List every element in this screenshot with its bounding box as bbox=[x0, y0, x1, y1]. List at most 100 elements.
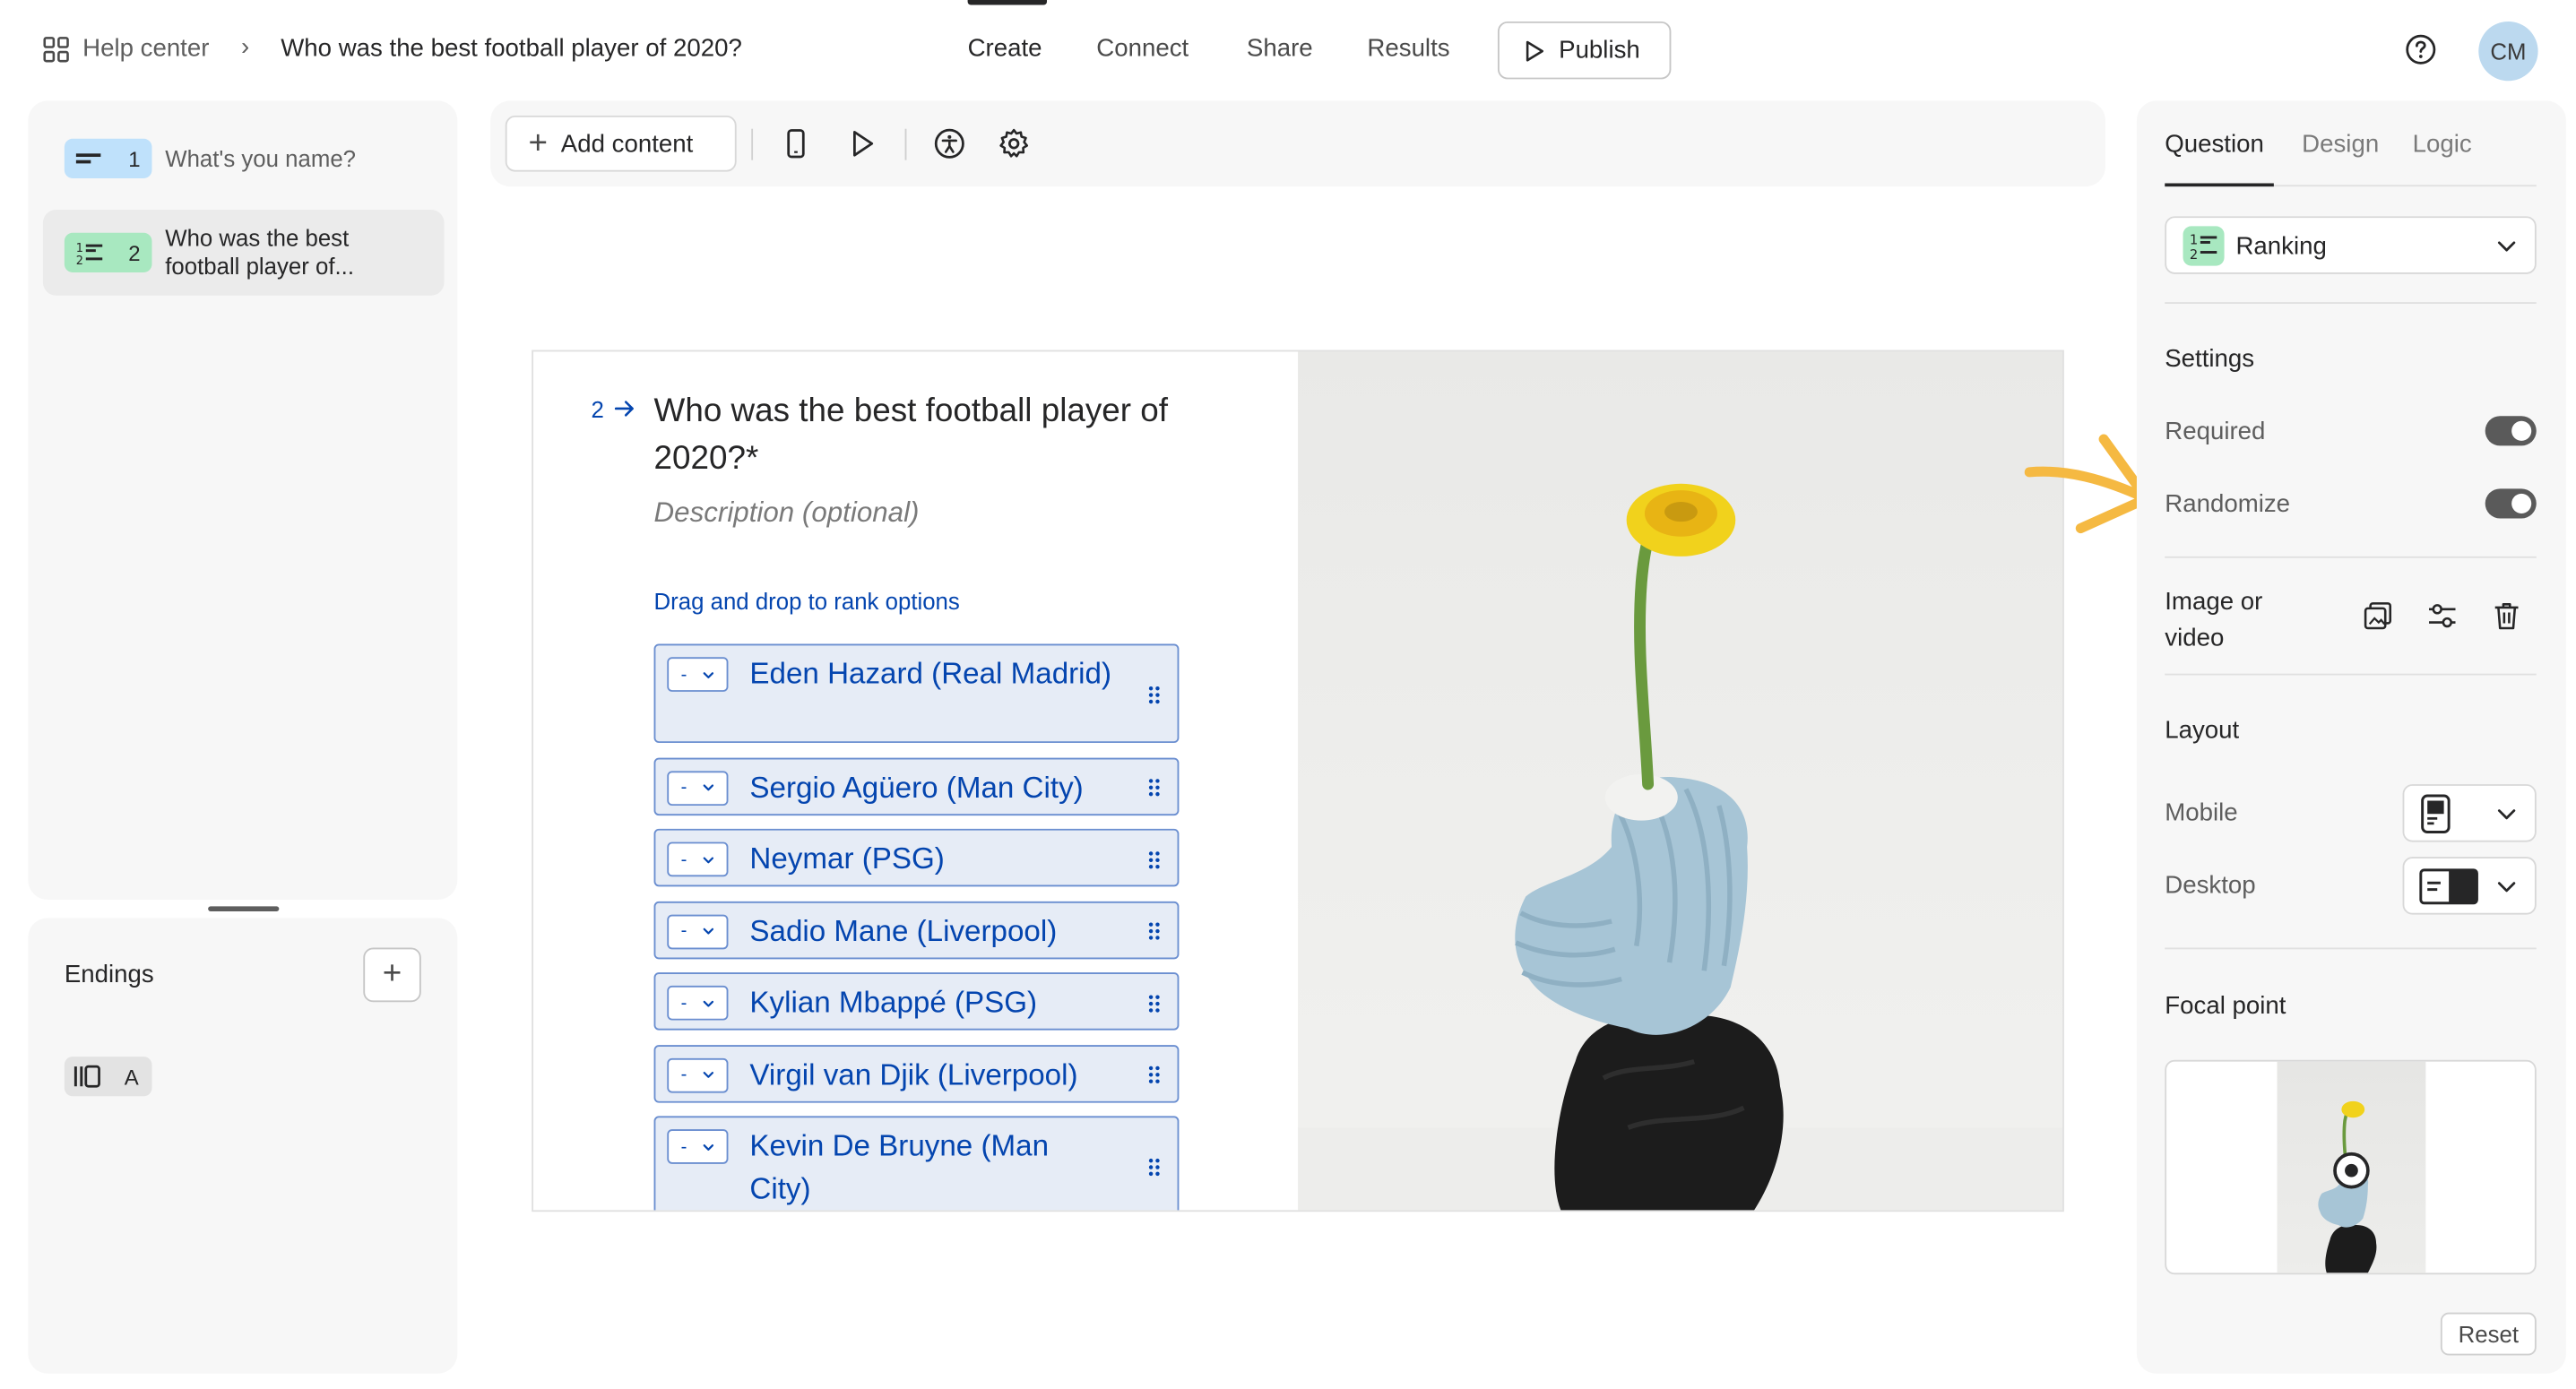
rank-position-value: - bbox=[680, 777, 687, 798]
desktop-layout-label: Desktop bbox=[2165, 871, 2256, 901]
tab-connect[interactable]: Connect bbox=[1096, 35, 1189, 63]
ranking-option[interactable]: - Eden Hazard (Real Madrid) bbox=[653, 643, 1180, 744]
randomize-label: Randomize bbox=[2165, 490, 2291, 519]
question-title[interactable]: Who was the best football player of 2020… bbox=[654, 388, 1183, 484]
help-icon[interactable] bbox=[2404, 33, 2437, 66]
publish-button[interactable]: Publish bbox=[1497, 21, 1672, 80]
tab-create[interactable]: Create bbox=[968, 35, 1042, 63]
add-ending-button[interactable]: + bbox=[363, 947, 421, 1003]
desktop-layout-select[interactable] bbox=[2402, 857, 2537, 915]
ranking-option-label: Kevin De Bruyne (Man City) bbox=[749, 1129, 1050, 1205]
play-icon[interactable] bbox=[845, 127, 878, 160]
adjust-sliders-icon[interactable] bbox=[2425, 600, 2459, 633]
question-type-select[interactable]: 1 2 Ranking bbox=[2165, 216, 2537, 274]
rank-position-select[interactable]: - bbox=[667, 841, 729, 877]
rank-position-value: - bbox=[680, 1136, 687, 1157]
toolbar-divider bbox=[904, 128, 907, 160]
reset-focal-point-button[interactable]: Reset bbox=[2440, 1312, 2537, 1356]
ranking-option[interactable]: - Neymar (PSG) bbox=[653, 828, 1180, 887]
ranking-option[interactable]: - Kylian Mbappé (PSG) bbox=[653, 972, 1180, 1031]
chevron-down-icon bbox=[703, 927, 713, 935]
question-list-item[interactable]: 1 2 2 Who was the best football player o… bbox=[42, 209, 445, 296]
question-text: Who was the best football player of... bbox=[165, 224, 355, 280]
arrow-right-icon bbox=[614, 401, 634, 417]
add-content-button[interactable]: + Add content bbox=[505, 115, 737, 172]
question-description[interactable]: Description (optional) bbox=[654, 497, 920, 531]
drag-handle-icon[interactable] bbox=[1147, 686, 1161, 705]
drag-handle-icon[interactable] bbox=[1147, 1157, 1161, 1177]
ranking-option[interactable]: - Sadio Mane (Liverpool) bbox=[653, 900, 1180, 959]
mobile-preview-icon[interactable] bbox=[780, 127, 813, 160]
focal-point-picker[interactable] bbox=[2165, 1059, 2537, 1275]
question-badge: 1 bbox=[64, 138, 152, 178]
trash-icon[interactable] bbox=[2490, 600, 2523, 633]
rank-position-select[interactable]: - bbox=[667, 657, 729, 692]
question-badge: 1 2 2 bbox=[64, 232, 152, 272]
rank-position-select[interactable]: - bbox=[667, 1129, 729, 1164]
chevron-down-icon bbox=[2497, 241, 2516, 252]
tab-logic[interactable]: Logic bbox=[2413, 131, 2472, 159]
question-type-label: Ranking bbox=[2235, 232, 2327, 262]
rank-position-value: - bbox=[680, 849, 687, 869]
question-list-panel: 1 What's you name? 1 2 2 Who was the bes… bbox=[28, 100, 458, 901]
tab-design[interactable]: Design bbox=[2302, 131, 2379, 159]
settings-heading: Settings bbox=[2165, 345, 2255, 374]
add-content-label: Add content bbox=[560, 129, 694, 158]
split-layout-icon bbox=[2419, 868, 2478, 905]
rank-position-select[interactable]: - bbox=[667, 985, 729, 1021]
panel-resize-handle[interactable] bbox=[208, 906, 280, 911]
chevron-down-icon bbox=[2497, 809, 2516, 820]
replace-image-icon[interactable] bbox=[2361, 600, 2394, 633]
ranking-option-label: Kylian Mbappé (PSG) bbox=[749, 985, 1038, 1019]
accessibility-icon[interactable] bbox=[933, 127, 966, 160]
question-number-indicator: 2 bbox=[591, 396, 635, 423]
drag-handle-icon[interactable] bbox=[1147, 921, 1161, 941]
top-bar: Help center › Who was the best football … bbox=[0, 0, 2576, 99]
form-title[interactable]: Who was the best football player of 2020… bbox=[281, 35, 779, 63]
focal-point-marker[interactable] bbox=[2333, 1152, 2370, 1189]
drag-handle-icon[interactable] bbox=[1147, 850, 1161, 869]
focal-point-heading: Focal point bbox=[2165, 992, 2286, 1021]
drag-handle-icon[interactable] bbox=[1147, 778, 1161, 798]
mobile-layout-select[interactable] bbox=[2402, 784, 2537, 842]
mobile-layout-icon bbox=[2421, 794, 2451, 833]
question-number: 1 bbox=[128, 146, 141, 171]
ranking-icon: 1 2 bbox=[76, 241, 103, 265]
drag-handle-icon[interactable] bbox=[1147, 1065, 1161, 1084]
chevron-down-icon bbox=[703, 671, 713, 678]
rank-position-value: - bbox=[680, 664, 687, 685]
section-divider bbox=[2165, 673, 2537, 676]
chevron-down-icon bbox=[703, 999, 713, 1006]
question-number: 2 bbox=[591, 396, 604, 423]
rank-position-value: - bbox=[680, 921, 687, 942]
tab-question[interactable]: Question bbox=[2165, 131, 2264, 159]
rank-position-value: - bbox=[680, 1065, 687, 1085]
breadcrumb-home-link[interactable]: Help center bbox=[82, 35, 209, 63]
plus-icon: + bbox=[528, 125, 549, 162]
rank-position-select[interactable]: - bbox=[667, 1057, 729, 1092]
svg-text:2: 2 bbox=[2190, 247, 2198, 263]
ending-item[interactable]: A bbox=[64, 1057, 152, 1097]
rank-position-select[interactable]: - bbox=[667, 770, 729, 806]
question-list-item[interactable]: 1 What's you name? bbox=[43, 129, 445, 188]
question-image[interactable] bbox=[1298, 351, 2063, 1211]
ranking-option[interactable]: - Sergio Agüero (Man City) bbox=[653, 756, 1180, 815]
tab-share[interactable]: Share bbox=[1247, 35, 1313, 63]
tab-results[interactable]: Results bbox=[1367, 35, 1449, 63]
ranking-option-label: Eden Hazard (Real Madrid) bbox=[749, 657, 1112, 691]
grid-apps-icon[interactable] bbox=[43, 37, 69, 63]
settings-gear-icon[interactable] bbox=[998, 127, 1031, 160]
ranking-hint: Drag and drop to rank options bbox=[653, 587, 960, 615]
required-toggle[interactable] bbox=[2485, 416, 2537, 446]
randomize-toggle[interactable] bbox=[2485, 488, 2537, 519]
ending-label: A bbox=[124, 1064, 139, 1089]
rank-position-value: - bbox=[680, 993, 687, 1014]
ranking-option-label: Virgil van Djik (Liverpool) bbox=[749, 1057, 1078, 1091]
avatar[interactable]: CM bbox=[2478, 21, 2538, 82]
rank-position-select[interactable]: - bbox=[667, 913, 729, 949]
drag-handle-icon[interactable] bbox=[1147, 993, 1161, 1013]
ranking-option[interactable]: - Kevin De Bruyne (Man City) bbox=[653, 1116, 1180, 1211]
image-or-video-label: Image or video bbox=[2165, 587, 2263, 652]
ranking-option[interactable]: - Virgil van Djik (Liverpool) bbox=[653, 1044, 1180, 1102]
question-text: What's you name? bbox=[165, 145, 357, 172]
